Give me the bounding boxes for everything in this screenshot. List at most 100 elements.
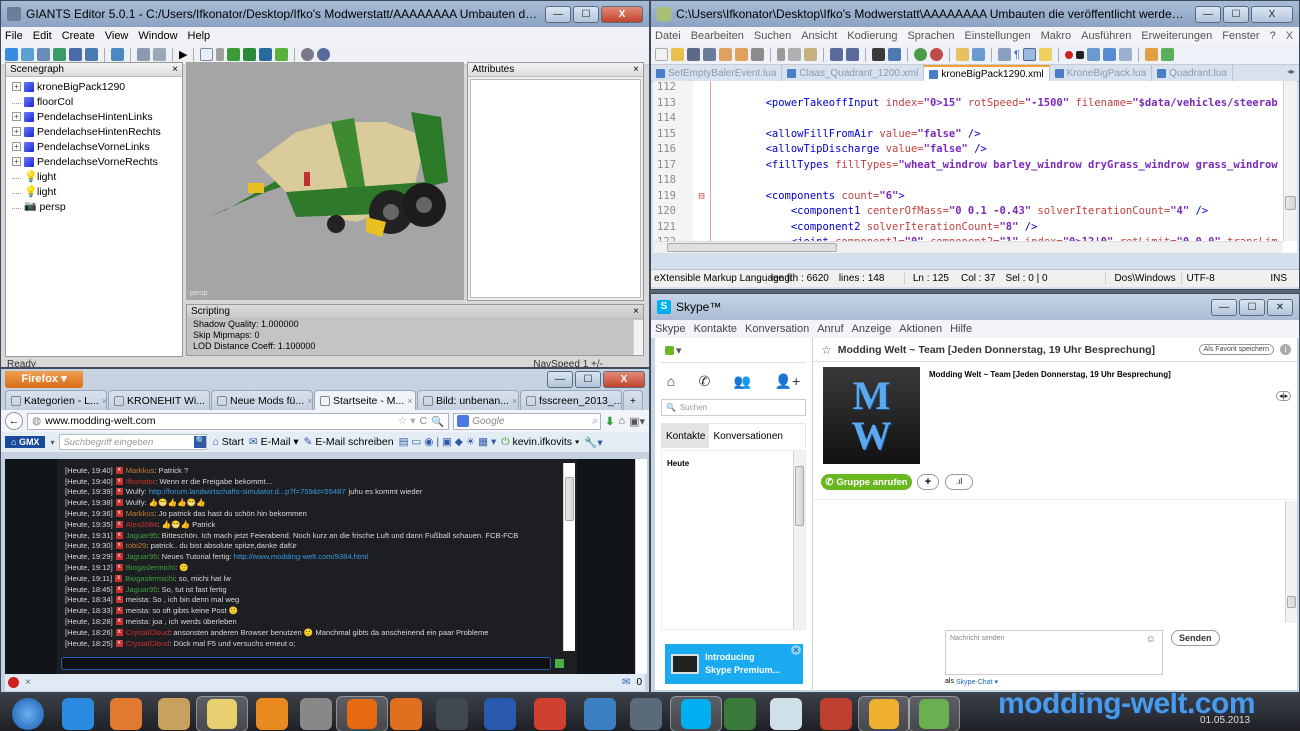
delete-message-icon[interactable]: x: [115, 585, 123, 593]
notepad-plus-taskbar-icon[interactable]: [908, 696, 960, 731]
file-tab[interactable]: kroneBigPack1290.xml: [924, 65, 1050, 81]
stop-macro-icon[interactable]: [1075, 50, 1084, 59]
notepad-n-taskbar-icon[interactable]: [300, 698, 332, 730]
delete-message-icon[interactable]: x: [115, 553, 123, 561]
status-selector[interactable]: ▾: [655, 338, 812, 362]
start-orb-taskbar-icon[interactable]: [12, 698, 44, 730]
delete-message-icon[interactable]: x: [115, 618, 123, 626]
chat-user[interactable]: Ifkonator: [126, 477, 156, 486]
play-icon[interactable]: ▶: [179, 48, 187, 61]
settings-icon[interactable]: [301, 48, 315, 61]
minimize-button[interactable]: —: [545, 5, 571, 23]
reload-icon[interactable]: C: [420, 415, 428, 427]
editor-taskbar-icon[interactable]: [770, 698, 802, 730]
foliage-icon[interactable]: [275, 48, 289, 61]
import-icon[interactable]: [111, 48, 124, 61]
redo-icon[interactable]: [846, 48, 859, 61]
scenegraph-close-icon[interactable]: ×: [172, 64, 178, 75]
delete-message-icon[interactable]: x: [115, 520, 123, 528]
paint-taskbar-icon[interactable]: [158, 698, 190, 730]
url-bar[interactable]: ◍ www.modding-welt.com ☆ ▾ C 🔍: [27, 412, 450, 430]
gmx-logo[interactable]: ⌂ GMX: [5, 436, 46, 448]
menu-item[interactable]: Kontakte: [694, 323, 737, 335]
back-button[interactable]: ←: [5, 412, 23, 430]
close-addon-bar[interactable]: ×: [25, 677, 31, 688]
3d-viewport[interactable]: persp: [186, 62, 464, 300]
firefox-taskbar-icon[interactable]: [336, 696, 388, 731]
code-editor[interactable]: 112 113 <powerTakeoffInput index= "0>15" r…: [653, 81, 1297, 253]
minimize-button[interactable]: —: [547, 371, 573, 388]
delete-message-icon[interactable]: x: [115, 542, 123, 550]
new-tab-button[interactable]: +: [623, 390, 643, 410]
menu-item[interactable]: Sprachen: [907, 30, 954, 42]
menu-item[interactable]: Ansicht: [801, 30, 837, 42]
minimize-button[interactable]: —: [1195, 5, 1221, 23]
gmx-user-menu[interactable]: ⏻ kevin.ifkovits ▾: [501, 436, 579, 449]
plugin-icon[interactable]: [1144, 48, 1158, 61]
browser-tab[interactable]: Startseite - M... ×: [314, 390, 416, 410]
menu-file[interactable]: File: [5, 30, 23, 42]
magnet-icon[interactable]: [216, 48, 225, 61]
skype-titlebar[interactable]: S Skype™ — ☐ ✕: [651, 294, 1299, 320]
adblock-icon[interactable]: [8, 677, 19, 688]
open-file-icon[interactable]: [671, 48, 684, 61]
page-scrollbar[interactable]: [635, 459, 647, 674]
internet-explorer-taskbar-icon[interactable]: [62, 698, 94, 730]
tree-item[interactable]: 📷 persp: [6, 199, 182, 214]
tree-item[interactable]: + PendelachseVorneRechts: [6, 154, 182, 169]
skype-premium-ad[interactable]: Introducing Skype Premium... ×: [665, 644, 803, 684]
cut-icon[interactable]: [777, 48, 785, 61]
chat-user[interactable]: Jaguar95: [126, 552, 158, 561]
save-all-icon[interactable]: [703, 48, 716, 61]
file-tab[interactable]: SetEmptyBalerEvent.lua: [651, 65, 783, 81]
wrap-icon[interactable]: [998, 48, 1011, 61]
windows-explorer-taskbar-icon[interactable]: [196, 696, 248, 731]
add-contact-icon[interactable]: 👤+: [775, 373, 801, 390]
menu-item[interactable]: Suchen: [754, 30, 791, 42]
scripting-close-icon[interactable]: ×: [633, 306, 639, 317]
chat-link[interactable]: http://forum.landwirtschafts-simulator.d…: [149, 487, 346, 496]
menu-item[interactable]: Hilfe: [950, 323, 972, 335]
home-icon[interactable]: ⌂: [618, 415, 625, 427]
replace-icon[interactable]: [888, 48, 901, 61]
close-tab-icon[interactable]: ×: [512, 396, 517, 406]
download-icon[interactable]: ⬇: [605, 415, 614, 428]
close-tab-icon[interactable]: ×: [307, 396, 312, 406]
tab-scroll-arrows[interactable]: ◂▸: [1287, 67, 1295, 76]
add-participant-button[interactable]: +: [917, 474, 939, 490]
pilcrow-icon[interactable]: ¶: [1014, 49, 1020, 61]
paste-icon[interactable]: [804, 48, 817, 61]
delete-message-icon[interactable]: x: [115, 510, 123, 518]
gmx-email-link[interactable]: ✉ E-Mail ▾: [249, 436, 299, 448]
menu-help[interactable]: Help: [188, 30, 211, 42]
chat-user[interactable]: CrystalCloud: [126, 628, 169, 637]
fold-toggle-icon[interactable]: ⊟: [693, 189, 711, 205]
gmx-compose-link[interactable]: ✎ E-Mail schreiben: [304, 436, 394, 448]
app-3-taskbar-icon[interactable]: [256, 698, 288, 730]
zoom-in-icon[interactable]: [914, 48, 927, 61]
new-file-icon[interactable]: [655, 48, 668, 61]
giants-titlebar[interactable]: GIANTS Editor 5.0.1 - C:/Users/Ifkonator…: [1, 1, 649, 27]
notepadpp-titlebar[interactable]: C:\Users\Ifkonator\Desktop\Ifko's Modwer…: [651, 1, 1299, 27]
expand-icon[interactable]: +: [12, 142, 21, 151]
chat-user[interactable]: meista: [126, 617, 148, 626]
chat-user[interactable]: CrystalCloud: [126, 639, 169, 648]
menu-view[interactable]: View: [105, 30, 129, 42]
shoutbox-input[interactable]: [61, 657, 551, 670]
undo-icon[interactable]: [830, 48, 843, 61]
search-icon[interactable]: 🔍: [431, 415, 444, 428]
file-tab[interactable]: KroneBigPack.lua: [1050, 65, 1153, 81]
maximize-button[interactable]: ☐: [1223, 5, 1249, 23]
photo-gallery-taskbar-icon[interactable]: [110, 698, 142, 730]
chat-user[interactable]: Biogaslermichi: [125, 574, 174, 583]
select-icon[interactable]: [200, 48, 214, 61]
tab-kontakte[interactable]: Kontakte: [662, 424, 710, 448]
menu-item[interactable]: Makro: [1041, 30, 1072, 42]
maximize-button[interactable]: ☐: [573, 5, 599, 23]
chat-user[interactable]: Markkus: [126, 509, 155, 518]
app-person-taskbar-icon[interactable]: [630, 698, 662, 730]
open-icon[interactable]: [21, 48, 34, 61]
gmx-search-input[interactable]: Suchbegriff eingeben 🔍: [59, 434, 208, 450]
chrome-taskbar-icon[interactable]: [534, 698, 566, 730]
favorite-star-icon[interactable]: ☆: [821, 343, 832, 357]
